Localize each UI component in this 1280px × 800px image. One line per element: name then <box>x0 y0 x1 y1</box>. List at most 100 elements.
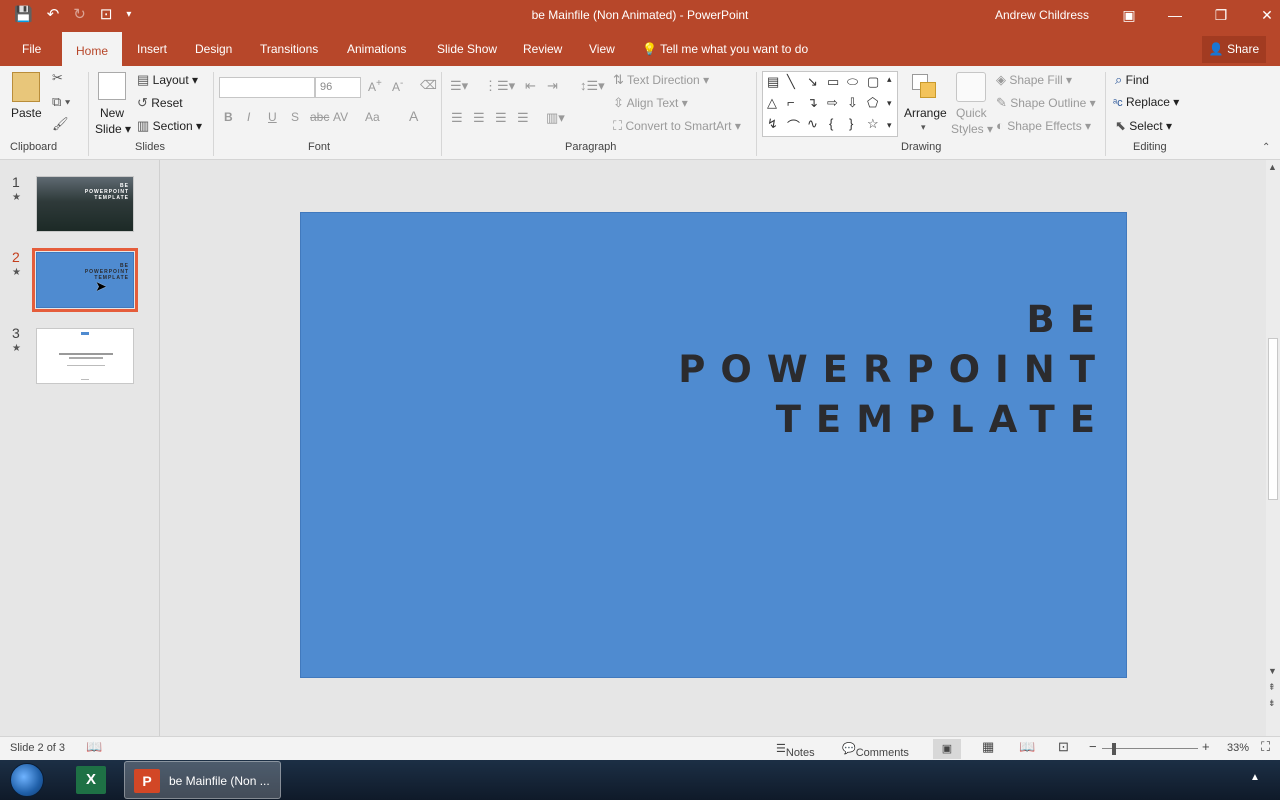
reset-button[interactable]: ↺ Reset <box>137 95 183 111</box>
change-case-button[interactable]: Aa <box>365 110 380 124</box>
slide-thumbnail-3[interactable] <box>36 328 134 384</box>
increase-indent-icon[interactable]: ⇥ <box>547 78 558 94</box>
tab-review[interactable]: Review <box>521 32 564 66</box>
tell-me-search[interactable]: 💡 Tell me what you want to do <box>642 32 808 66</box>
textbox-shape-icon[interactable]: ▤ <box>767 74 779 90</box>
user-name[interactable]: Andrew Childress <box>995 8 1089 22</box>
next-slide-icon[interactable]: ⇟ <box>1268 698 1276 709</box>
freeform-shape-icon[interactable]: ↯ <box>767 116 778 132</box>
powerpoint-taskbar-button[interactable]: P be Mainfile (Non ... <box>124 761 281 799</box>
zoom-level[interactable]: 33% <box>1227 742 1249 754</box>
right-brace-icon[interactable]: } <box>849 116 853 131</box>
star-shape-icon[interactable]: ☆ <box>867 116 879 132</box>
italic-button[interactable]: I <box>247 110 250 124</box>
section-button[interactable]: ▥ Section ▾ <box>137 118 202 134</box>
align-text-button[interactable]: ⇳ Align Text ▾ <box>613 95 688 111</box>
rounded-rect-shape-icon[interactable]: ▢ <box>867 74 879 90</box>
spell-check-icon[interactable]: 📖 <box>86 739 102 755</box>
replace-button[interactable]: ᵃc Replace ▾ <box>1113 95 1179 109</box>
excel-taskbar-icon[interactable]: X <box>76 766 106 794</box>
tab-insert[interactable]: Insert <box>135 32 169 66</box>
text-direction-button[interactable]: ⇅ Text Direction ▾ <box>613 72 709 88</box>
slide-thumbnail-2[interactable]: BE POWERPOINT TEMPLATE ➤ <box>32 248 138 312</box>
curve-shape-icon[interactable]: ⌒ <box>787 116 800 135</box>
cut-icon[interactable]: ✂ <box>52 70 63 86</box>
columns-icon[interactable]: ▥▾ <box>546 110 565 126</box>
comments-button[interactable]: 💬 Comments <box>842 742 909 759</box>
tab-file[interactable]: File <box>20 32 43 66</box>
find-button[interactable]: ⌕ Find <box>1115 72 1149 88</box>
slideshow-view-icon[interactable]: ⊡ <box>1058 739 1069 755</box>
tab-slide-show[interactable]: Slide Show <box>435 32 499 66</box>
gallery-more-icon[interactable]: ▾ <box>887 120 892 131</box>
slide-title-textbox[interactable]: BE POWERPOINT TEMPLATE <box>678 295 1110 445</box>
down-arrow-shape-icon[interactable]: ⇩ <box>847 95 858 111</box>
close-icon[interactable]: ✕ <box>1244 2 1280 28</box>
tab-view[interactable]: View <box>587 32 617 66</box>
tab-design[interactable]: Design <box>193 32 234 66</box>
normal-view-icon[interactable]: ▣ <box>933 739 961 759</box>
align-right-icon[interactable]: ☰ <box>495 110 507 126</box>
select-button[interactable]: ⬉ Select ▾ <box>1115 118 1172 134</box>
paste-button[interactable]: Paste <box>11 106 42 120</box>
line-shape-icon[interactable]: ╲ <box>787 74 795 90</box>
wave-shape-icon[interactable]: ∿ <box>807 116 818 132</box>
collapse-ribbon-icon[interactable]: ⌃ <box>1262 142 1270 153</box>
paste-icon[interactable] <box>12 72 40 102</box>
new-slide-label[interactable]: New <box>100 106 124 120</box>
tray-expand-icon[interactable]: ▲ <box>1250 772 1260 783</box>
bullets-icon[interactable]: ☰▾ <box>450 78 468 94</box>
quick-styles-label[interactable]: Quick <box>956 106 987 120</box>
new-slide-icon[interactable] <box>98 72 126 100</box>
format-painter-icon[interactable]: 🖌 <box>52 116 69 132</box>
right-arrow-shape-icon[interactable]: ⇨ <box>827 95 838 111</box>
slide-sorter-icon[interactable]: ▦ <box>982 739 994 755</box>
line-spacing-icon[interactable]: ↕☰▾ <box>580 78 605 94</box>
arrange-button[interactable]: Arrange <box>904 106 947 120</box>
ribbon-display-icon[interactable]: ▣ <box>1106 2 1152 28</box>
triangle-shape-icon[interactable]: △ <box>767 95 777 111</box>
zoom-out-icon[interactable]: − <box>1089 739 1097 754</box>
font-color-button[interactable]: A <box>409 108 418 124</box>
quick-styles-label-2[interactable]: Styles ▾ <box>951 122 993 136</box>
char-spacing-button[interactable]: AV <box>333 110 348 124</box>
previous-slide-icon[interactable]: ⇞ <box>1268 682 1276 693</box>
oval-shape-icon[interactable]: ⬭ <box>847 74 858 90</box>
tab-animations[interactable]: Animations <box>345 32 408 66</box>
quick-styles-icon[interactable] <box>956 72 986 102</box>
restore-icon[interactable]: ❐ <box>1198 2 1244 28</box>
arrange-icon[interactable] <box>910 72 938 100</box>
vertical-scrollbar[interactable]: ▲ ▼ ⇞ ⇟ <box>1266 160 1280 736</box>
scrollbar-thumb[interactable] <box>1268 338 1278 500</box>
tab-home[interactable]: Home <box>62 32 123 66</box>
arrow-line-shape-icon[interactable]: ↘ <box>807 74 818 90</box>
copy-icon[interactable]: ⧉ ▾ <box>52 94 70 110</box>
grow-font-icon[interactable]: A+ <box>368 78 382 94</box>
scroll-down-icon[interactable]: ▼ <box>1268 666 1277 676</box>
align-left-icon[interactable]: ☰ <box>451 110 463 126</box>
justify-icon[interactable]: ☰ <box>517 110 529 126</box>
clear-format-icon[interactable]: ⌫ <box>420 78 437 92</box>
gallery-scroll-down-icon[interactable]: ▾ <box>887 98 892 109</box>
layout-button[interactable]: ▤ Layout ▾ <box>137 72 198 88</box>
font-size-combo[interactable]: 96 <box>315 77 361 98</box>
arrange-dropdown-icon[interactable]: ▾ <box>921 122 926 133</box>
start-button-icon[interactable] <box>10 763 44 797</box>
elbow-arrow-icon[interactable]: ↴ <box>807 95 818 111</box>
shape-outline-button[interactable]: ✎ Shape Outline ▾ <box>996 95 1096 111</box>
numbering-icon[interactable]: ⋮☰▾ <box>484 78 515 94</box>
bold-button[interactable]: B <box>224 110 233 124</box>
new-slide-label-2[interactable]: Slide ▾ <box>95 122 131 136</box>
left-brace-icon[interactable]: { <box>829 116 833 131</box>
strikethrough-button[interactable]: abc <box>310 110 329 124</box>
tab-transitions[interactable]: Transitions <box>258 32 320 66</box>
shrink-font-icon[interactable]: A- <box>392 78 403 94</box>
decrease-indent-icon[interactable]: ⇤ <box>525 78 536 94</box>
align-center-icon[interactable]: ☰ <box>473 110 485 126</box>
reading-view-icon[interactable]: 📖 <box>1019 739 1035 755</box>
shape-effects-button[interactable]: ◐ Shape Effects ▾ <box>996 118 1091 133</box>
shape-fill-button[interactable]: ◈ Shape Fill ▾ <box>996 72 1072 88</box>
notes-button[interactable]: ☰ Notes <box>776 742 815 759</box>
shadow-button[interactable]: S <box>291 110 299 124</box>
shapes-gallery[interactable]: ▤ ╲ ↘ ▭ ⬭ ▢ △ ⌐ ↴ ⇨ ⇩ ⬠ ↯ ⌒ ∿ { } ☆ ▴ ▾ … <box>762 71 898 137</box>
